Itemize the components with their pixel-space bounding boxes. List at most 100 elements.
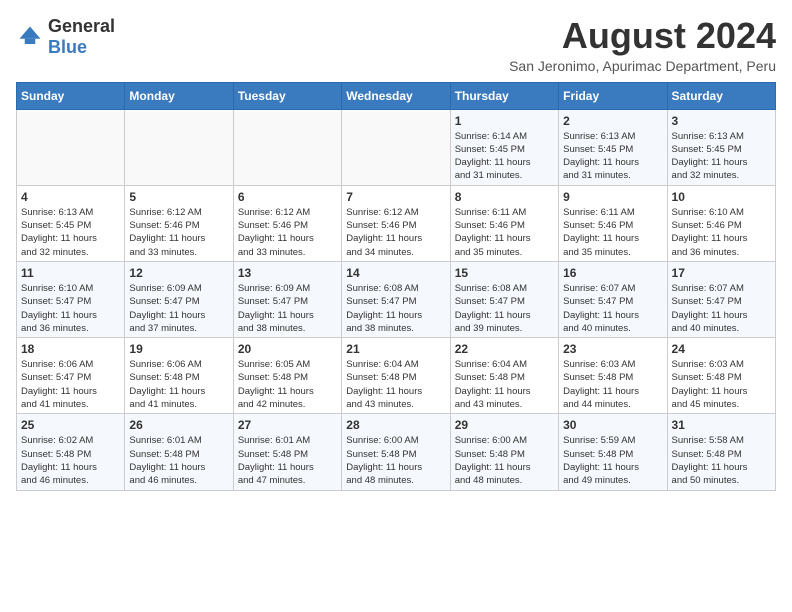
calendar-cell: 28 Sunrise: 6:00 AM Sunset: 5:48 PM Dayli… [342,414,450,490]
day-number: 7 [346,190,445,204]
calendar-cell: 25Sunrise: 6:02 AM Sunset: 5:48 PM Dayli… [17,414,125,490]
day-number: 22 [455,342,554,356]
title-section: August 2024 San Jeronimo, Apurimac Depar… [509,16,776,74]
day-number: 8 [455,190,554,204]
day-number: 16 [563,266,662,280]
day-info: Sunrise: 6:05 AM Sunset: 5:48 PM Dayligh… [238,358,337,411]
weekday-header-sunday: Sunday [17,82,125,109]
day-number: 14 [346,266,445,280]
day-info: Sunrise: 6:13 AM Sunset: 5:45 PM Dayligh… [563,130,662,183]
day-info: Sunrise: 6:07 AM Sunset: 5:47 PM Dayligh… [672,282,771,335]
calendar-cell [342,109,450,185]
day-number: 18 [21,342,120,356]
calendar-cell: 19 Sunrise: 6:06 AM Sunset: 5:48 PM Dayli… [125,338,233,414]
calendar-cell: 10 Sunrise: 6:10 AM Sunset: 5:46 PM Dayli… [667,185,775,261]
calendar-cell: 9 Sunrise: 6:11 AM Sunset: 5:46 PM Daylig… [559,185,667,261]
day-number: 12 [129,266,228,280]
day-info: Sunrise: 6:03 AM Sunset: 5:48 PM Dayligh… [672,358,771,411]
day-info: Sunrise: 6:04 AM Sunset: 5:48 PM Dayligh… [346,358,445,411]
weekday-header-wednesday: Wednesday [342,82,450,109]
day-info: Sunrise: 6:01 AM Sunset: 5:48 PM Dayligh… [238,434,337,487]
day-number: 11 [21,266,120,280]
day-number: 10 [672,190,771,204]
weekday-header-monday: Monday [125,82,233,109]
day-info: Sunrise: 6:03 AM Sunset: 5:48 PM Dayligh… [563,358,662,411]
calendar-cell: 20Sunrise: 6:05 AM Sunset: 5:48 PM Dayli… [233,338,341,414]
calendar-cell: 26 Sunrise: 6:01 AM Sunset: 5:48 PM Dayli… [125,414,233,490]
calendar-cell: 17 Sunrise: 6:07 AM Sunset: 5:47 PM Dayli… [667,261,775,337]
calendar-cell: 27 Sunrise: 6:01 AM Sunset: 5:48 PM Dayli… [233,414,341,490]
calendar-cell: 11Sunrise: 6:10 AM Sunset: 5:47 PM Dayli… [17,261,125,337]
day-number: 1 [455,114,554,128]
day-info: Sunrise: 5:58 AM Sunset: 5:48 PM Dayligh… [672,434,771,487]
logo-icon [16,23,44,51]
day-number: 28 [346,418,445,432]
calendar-week-2: 4Sunrise: 6:13 AM Sunset: 5:45 PM Daylig… [17,185,776,261]
day-info: Sunrise: 6:12 AM Sunset: 5:46 PM Dayligh… [346,206,445,259]
calendar-cell: 8 Sunrise: 6:11 AM Sunset: 5:46 PM Daylig… [450,185,558,261]
day-info: Sunrise: 6:08 AM Sunset: 5:47 PM Dayligh… [346,282,445,335]
day-number: 23 [563,342,662,356]
weekday-header-thursday: Thursday [450,82,558,109]
calendar-cell: 15 Sunrise: 6:08 AM Sunset: 5:47 PM Dayli… [450,261,558,337]
calendar-cell: 7 Sunrise: 6:12 AM Sunset: 5:46 PM Daylig… [342,185,450,261]
calendar-cell [17,109,125,185]
day-number: 15 [455,266,554,280]
calendar-cell: 1 Sunrise: 6:14 AM Sunset: 5:45 PM Daylig… [450,109,558,185]
calendar-cell: 29Sunrise: 6:00 AM Sunset: 5:48 PM Dayli… [450,414,558,490]
day-number: 17 [672,266,771,280]
day-info: Sunrise: 6:14 AM Sunset: 5:45 PM Dayligh… [455,130,554,183]
calendar-cell: 14 Sunrise: 6:08 AM Sunset: 5:47 PM Dayli… [342,261,450,337]
day-number: 5 [129,190,228,204]
day-info: Sunrise: 6:12 AM Sunset: 5:46 PM Dayligh… [238,206,337,259]
calendar-cell: 13Sunrise: 6:09 AM Sunset: 5:47 PM Dayli… [233,261,341,337]
day-info: Sunrise: 6:07 AM Sunset: 5:47 PM Dayligh… [563,282,662,335]
day-info: Sunrise: 6:00 AM Sunset: 5:48 PM Dayligh… [455,434,554,487]
calendar-cell: 24 Sunrise: 6:03 AM Sunset: 5:48 PM Dayli… [667,338,775,414]
day-number: 4 [21,190,120,204]
logo: General Blue [16,16,115,58]
calendar-cell: 21Sunrise: 6:04 AM Sunset: 5:48 PM Dayli… [342,338,450,414]
calendar-cell [233,109,341,185]
day-info: Sunrise: 6:01 AM Sunset: 5:48 PM Dayligh… [129,434,228,487]
calendar-cell: 6 Sunrise: 6:12 AM Sunset: 5:46 PM Daylig… [233,185,341,261]
calendar-cell: 5Sunrise: 6:12 AM Sunset: 5:46 PM Daylig… [125,185,233,261]
day-info: Sunrise: 6:02 AM Sunset: 5:48 PM Dayligh… [21,434,120,487]
calendar-week-5: 25Sunrise: 6:02 AM Sunset: 5:48 PM Dayli… [17,414,776,490]
day-info: Sunrise: 6:10 AM Sunset: 5:46 PM Dayligh… [672,206,771,259]
day-info: Sunrise: 6:08 AM Sunset: 5:47 PM Dayligh… [455,282,554,335]
weekday-header-tuesday: Tuesday [233,82,341,109]
subtitle: San Jeronimo, Apurimac Department, Peru [509,58,776,74]
calendar-cell: 23 Sunrise: 6:03 AM Sunset: 5:48 PM Dayli… [559,338,667,414]
day-info: Sunrise: 6:11 AM Sunset: 5:46 PM Dayligh… [563,206,662,259]
logo-text: General Blue [48,16,115,58]
calendar-cell: 16 Sunrise: 6:07 AM Sunset: 5:47 PM Dayli… [559,261,667,337]
day-info: Sunrise: 6:13 AM Sunset: 5:45 PM Dayligh… [672,130,771,183]
day-info: Sunrise: 6:06 AM Sunset: 5:48 PM Dayligh… [129,358,228,411]
day-info: Sunrise: 6:11 AM Sunset: 5:46 PM Dayligh… [455,206,554,259]
day-number: 27 [238,418,337,432]
day-number: 30 [563,418,662,432]
day-info: Sunrise: 5:59 AM Sunset: 5:48 PM Dayligh… [563,434,662,487]
weekday-header-friday: Friday [559,82,667,109]
calendar-header: SundayMondayTuesdayWednesdayThursdayFrid… [17,82,776,109]
day-number: 26 [129,418,228,432]
weekday-header-saturday: Saturday [667,82,775,109]
calendar-cell: 22Sunrise: 6:04 AM Sunset: 5:48 PM Dayli… [450,338,558,414]
day-number: 3 [672,114,771,128]
day-number: 24 [672,342,771,356]
day-number: 19 [129,342,228,356]
main-title: August 2024 [509,16,776,56]
calendar-cell: 18Sunrise: 6:06 AM Sunset: 5:47 PM Dayli… [17,338,125,414]
day-info: Sunrise: 6:00 AM Sunset: 5:48 PM Dayligh… [346,434,445,487]
calendar-cell: 30 Sunrise: 5:59 AM Sunset: 5:48 PM Dayli… [559,414,667,490]
calendar-cell [125,109,233,185]
calendar-body: 1 Sunrise: 6:14 AM Sunset: 5:45 PM Daylig… [17,109,776,490]
calendar-cell: 3 Sunrise: 6:13 AM Sunset: 5:45 PM Daylig… [667,109,775,185]
calendar-week-1: 1 Sunrise: 6:14 AM Sunset: 5:45 PM Daylig… [17,109,776,185]
day-number: 6 [238,190,337,204]
day-number: 9 [563,190,662,204]
day-number: 31 [672,418,771,432]
weekday-header-row: SundayMondayTuesdayWednesdayThursdayFrid… [17,82,776,109]
calendar-week-4: 18Sunrise: 6:06 AM Sunset: 5:47 PM Dayli… [17,338,776,414]
